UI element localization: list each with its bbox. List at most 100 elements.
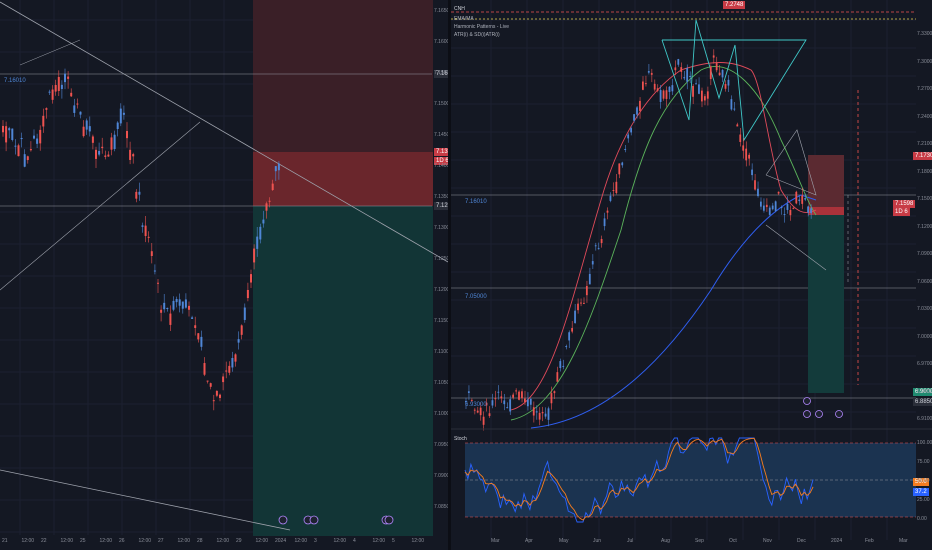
candle-body (203, 363, 206, 375)
candle-body (209, 383, 212, 387)
stoch-value-k: 37.2 (913, 488, 929, 496)
candle-body (160, 309, 163, 313)
candle-body (780, 207, 783, 209)
left-level-label: 7.16010 (4, 78, 26, 84)
candle-body (591, 261, 594, 265)
candle-body (141, 225, 144, 227)
price-tick: 7.1350 (434, 194, 448, 200)
candle-body (243, 307, 246, 320)
candle-body (42, 115, 45, 127)
candle-body (231, 357, 234, 368)
candle-body (783, 214, 786, 216)
candle-body (562, 365, 565, 367)
indicator-ema[interactable]: EMA/MA (454, 16, 474, 22)
price-tick: 7.1250 (434, 256, 448, 262)
candle-body (771, 205, 774, 210)
candle-body (701, 90, 703, 102)
price-tick: 6.9700 (917, 361, 932, 367)
candle-body (482, 416, 485, 425)
candle-body (721, 70, 724, 78)
candle-body (718, 72, 721, 76)
candle-body (467, 391, 470, 393)
time-tick: 4 (353, 538, 356, 544)
candle-body (91, 136, 94, 143)
time-tick: 12:00 (138, 538, 152, 544)
candle-body (630, 128, 632, 133)
time-tick: 12:00 (411, 538, 425, 544)
right-chart-pane[interactable]: CNH EMA/MA Harmonic Patterns - Live ATR(… (451, 0, 932, 550)
right-chart-canvas[interactable] (451, 0, 932, 550)
price-tick: 7.0850 (434, 504, 448, 510)
time-tick: Mar (899, 538, 908, 544)
time-tick: 21 (2, 538, 8, 544)
candle-body (45, 108, 48, 110)
candle-body (577, 303, 579, 311)
candle-body (736, 124, 739, 127)
candle-body (188, 305, 190, 310)
candle-body (64, 73, 66, 83)
candle-body (265, 203, 268, 211)
candle-body (703, 96, 706, 101)
candle-body (662, 90, 665, 99)
price-tick: 7.1150 (434, 318, 448, 324)
price-tick: 7.1200 (917, 223, 932, 230)
candle-body (181, 301, 184, 309)
candle-body (101, 146, 104, 149)
candle-body (768, 207, 771, 215)
candle-body (271, 183, 274, 191)
indicator-harmonic[interactable]: Harmonic Patterns - Live (454, 24, 509, 30)
price-tick: 7.0300 (917, 306, 932, 312)
time-tick: 12:00 (294, 538, 308, 544)
price-tick: 7.1200 (434, 287, 448, 293)
candle-body (751, 169, 753, 176)
candle-body (621, 162, 624, 166)
candle-body (574, 310, 576, 324)
candle-body (559, 361, 562, 369)
candle-body (544, 413, 547, 417)
event-marker (815, 410, 823, 418)
candle-body (639, 100, 641, 111)
candle-body (79, 111, 82, 115)
candle-body (150, 251, 153, 257)
candle-body (603, 218, 606, 227)
candle-body (163, 302, 166, 310)
price-tick: 7.0900 (434, 473, 448, 479)
candle-body (642, 81, 644, 90)
candle-body (550, 393, 553, 404)
left-chart-canvas[interactable] (0, 0, 448, 550)
candle-body (17, 145, 20, 157)
stop-zone-upper (253, 0, 433, 152)
candle-body (509, 399, 512, 412)
price-tick: 7.1450 (434, 132, 448, 138)
right-level-upper: 7.16010 (465, 199, 487, 205)
stoch-title[interactable]: Stoch (454, 436, 467, 442)
time-tick: Sep (695, 538, 704, 544)
price-tick: 7.1300 (434, 225, 448, 231)
candle-body (795, 191, 798, 204)
price-tick: 7.1100 (434, 349, 448, 355)
candle-body (116, 122, 119, 130)
time-tick: 12:00 (177, 538, 191, 544)
candle-body (624, 148, 627, 151)
candle-body (153, 270, 156, 272)
candle-body (556, 372, 559, 382)
candle-body (219, 394, 221, 398)
candle-body (680, 67, 683, 72)
candle-body (762, 205, 765, 211)
candle-body (197, 333, 200, 340)
candle-body (512, 394, 514, 398)
candle-body (724, 83, 727, 89)
candle-body (172, 300, 175, 310)
candle-body (801, 195, 804, 204)
time-tick: Nov (763, 538, 772, 544)
indicator-atr[interactable]: ATR(i) & SD(i)ATR(i) (454, 32, 500, 38)
candle-body (107, 154, 110, 157)
right-price-tag-entry-sub: 1D 6 (893, 208, 910, 216)
left-chart-pane[interactable]: 7.16010 7.1600 7.1338 1D 6 7.1290 7.1650… (0, 0, 448, 550)
stoch-tick: 50.00 (917, 478, 930, 484)
candle-body (473, 409, 476, 411)
candle-body (526, 399, 529, 407)
candle-body (754, 180, 756, 190)
candle-body (5, 126, 8, 143)
candle-body (60, 84, 63, 89)
